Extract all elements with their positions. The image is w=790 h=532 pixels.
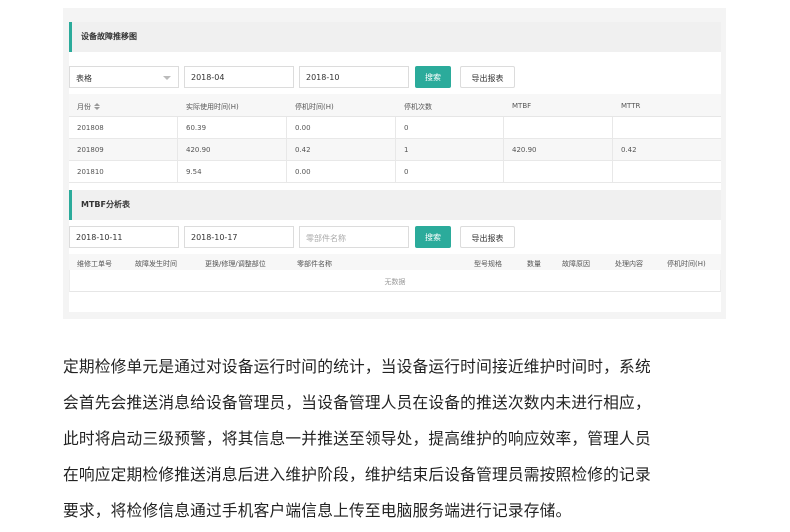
mtbf-section-header: MTBF分析表: [69, 190, 721, 220]
description-line: 在响应定期检修推送消息后进入维护阶段，维护结束后设备管理员需按照检修的记录: [63, 465, 651, 484]
column-header: 停机时间(H): [295, 103, 334, 111]
table-cell: 0.42: [621, 146, 637, 154]
table-cell: 420.90: [512, 146, 537, 154]
description-paragraph: 定期检修单元是通过对设备运行时间的统计，当设备运行时间接近维护时间时，系统 会首…: [63, 349, 733, 529]
table-cell: 0: [404, 124, 409, 132]
no-data-text: 无数据: [384, 278, 406, 286]
report-panel: 设备故障推移图 表格 2018-04 2018-10 搜索 导出报表 月份 实际…: [63, 8, 726, 319]
chevron-down-icon: [163, 76, 171, 80]
column-header: 故障原因: [562, 260, 590, 268]
sort-icon[interactable]: [94, 103, 100, 110]
part-name-input[interactable]: 零部件名称: [299, 226, 409, 248]
start-month-value: 2018-04: [191, 73, 225, 82]
table-cell: 201808: [77, 124, 104, 132]
table-cell: 9.54: [186, 168, 202, 176]
start-date-input[interactable]: 2018-10-11: [69, 226, 179, 248]
column-header: 数量: [527, 260, 541, 268]
table-cell: 0: [404, 168, 409, 176]
table-row: 201808 60.39 0.00 0: [69, 117, 721, 139]
column-header-month[interactable]: 月份: [77, 102, 100, 112]
table-cell: 201810: [77, 168, 104, 176]
column-header: 维修工单号: [77, 260, 112, 268]
column-header: 停机次数: [404, 103, 432, 111]
description-line: 定期检修单元是通过对设备运行时间的统计，当设备运行时间接近维护时间时，系统: [63, 357, 651, 376]
column-header: 故障发生时间: [135, 260, 177, 268]
start-month-input[interactable]: 2018-04: [184, 66, 294, 88]
part-name-placeholder: 零部件名称: [306, 234, 346, 243]
table-cell: 0.00: [295, 124, 311, 132]
column-header: MTTR: [621, 102, 641, 110]
column-header: 更换/修理/调整部位: [205, 260, 266, 268]
end-month-input[interactable]: 2018-10: [299, 66, 409, 88]
table-cell: 0.42: [295, 146, 311, 154]
export-report-button[interactable]: 导出报表: [460, 66, 515, 88]
export-report-button[interactable]: 导出报表: [460, 226, 515, 248]
start-date-value: 2018-10-11: [76, 233, 123, 242]
view-type-select-value: 表格: [76, 74, 92, 83]
empty-table-row: 无数据: [69, 270, 721, 292]
end-date-input[interactable]: 2018-10-17: [184, 226, 294, 248]
end-date-value: 2018-10-17: [191, 233, 238, 242]
description-line: 此时将启动三级预警，将其信息一并推送至领导处，提高维护的响应效率，管理人员: [63, 429, 651, 448]
mtbf-section-title: MTBF分析表: [81, 200, 130, 209]
fault-trend-section-title: 设备故障推移图: [81, 32, 137, 41]
table-cell: 201809: [77, 146, 104, 154]
table-row: 201810 9.54 0.00 0: [69, 161, 721, 183]
description-line: 会首先会推送消息给设备管理员，当设备管理人员在设备的推送次数内未进行相应，: [63, 393, 651, 412]
table-row: 201809 420.90 0.42 1 420.90 0.42: [69, 139, 721, 161]
view-type-select[interactable]: 表格: [69, 66, 179, 88]
fault-trend-table-header: 月份 实际使用时间(H) 停机时间(H) 停机次数 MTBF MTTR: [69, 94, 721, 117]
search-button[interactable]: 搜索: [415, 226, 451, 248]
search-button[interactable]: 搜索: [415, 66, 451, 88]
column-header: 型号规格: [474, 260, 502, 268]
report-panel-content: 设备故障推移图 表格 2018-04 2018-10 搜索 导出报表 月份 实际…: [69, 22, 721, 312]
fault-trend-section-header: 设备故障推移图: [69, 22, 721, 52]
table-cell: 1: [404, 146, 409, 154]
mtbf-table-header: 维修工单号 故障发生时间 更换/修理/调整部位 零部件名称 型号规格 数量 故障…: [69, 254, 721, 270]
table-cell: 60.39: [186, 124, 207, 132]
column-header: 处理内容: [615, 260, 643, 268]
column-header: MTBF: [512, 102, 532, 110]
table-cell: 0.00: [295, 168, 311, 176]
column-header: 实际使用时间(H): [186, 103, 239, 111]
column-header: 零部件名称: [297, 260, 332, 268]
column-header: 停机时间(H): [667, 260, 706, 268]
table-cell: 420.90: [186, 146, 211, 154]
description-line: 要求，将检修信息通过手机客户端信息上传至电脑服务端进行记录存储。: [63, 501, 572, 520]
end-month-value: 2018-10: [306, 73, 340, 82]
